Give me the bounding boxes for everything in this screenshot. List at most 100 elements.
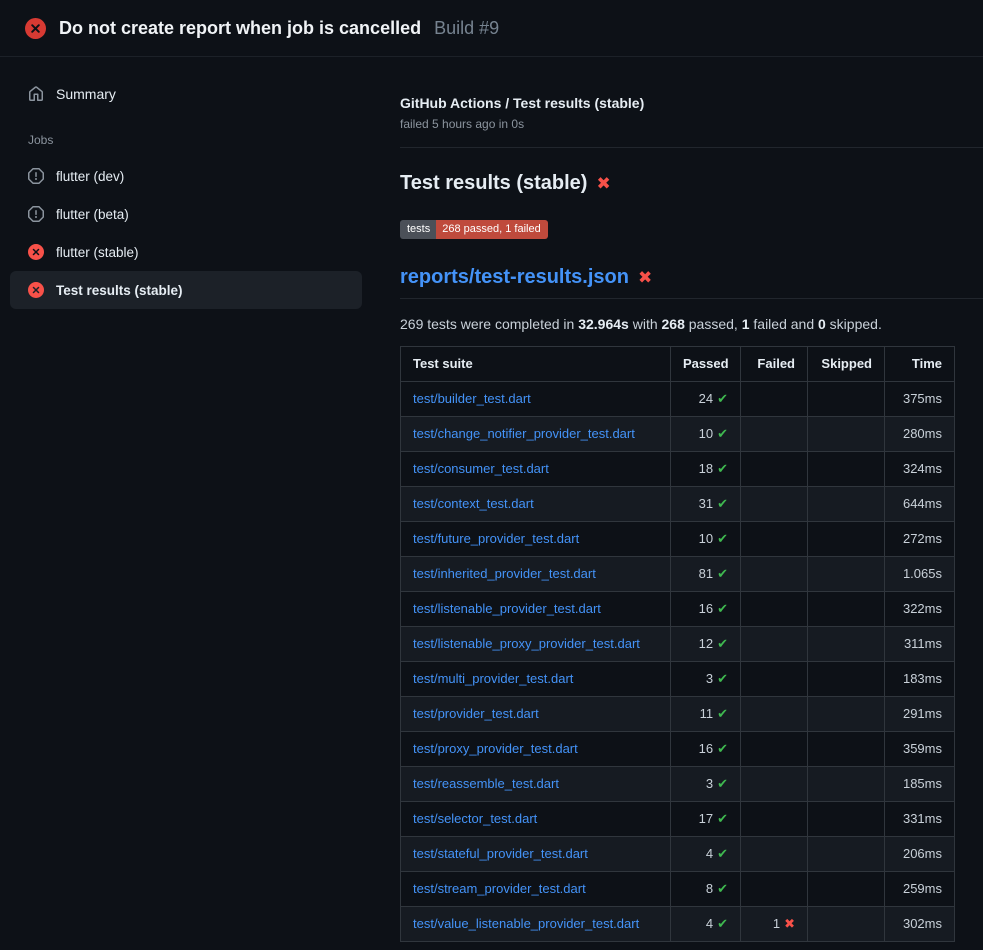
skipped-cell xyxy=(808,382,885,417)
suite-cell: test/consumer_test.dart xyxy=(401,452,671,487)
failed-cell xyxy=(741,557,808,592)
count-value: 16 xyxy=(699,601,713,616)
sidebar-job-item[interactable]: flutter (dev) xyxy=(10,157,362,195)
failed-cell xyxy=(741,837,808,872)
suite-link[interactable]: test/selector_test.dart xyxy=(413,811,537,826)
check-icon: ✔ xyxy=(717,636,728,651)
time-cell: 280ms xyxy=(885,417,955,452)
badge-label: tests xyxy=(400,220,436,239)
count-value: 3 xyxy=(706,776,713,791)
suite-link[interactable]: test/builder_test.dart xyxy=(413,391,531,406)
table-row: test/inherited_provider_test.dart81✔1.06… xyxy=(401,557,955,592)
suite-link[interactable]: test/stream_provider_test.dart xyxy=(413,881,586,896)
check-icon: ✔ xyxy=(717,846,728,861)
count-value: 24 xyxy=(699,391,713,406)
skipped-cell xyxy=(808,487,885,522)
check-icon: ✔ xyxy=(717,811,728,826)
suite-link[interactable]: test/proxy_provider_test.dart xyxy=(413,741,578,756)
suite-link[interactable]: test/consumer_test.dart xyxy=(413,461,549,476)
failed-x-icon: ✖ xyxy=(638,269,652,286)
table-row: test/value_listenable_provider_test.dart… xyxy=(401,907,955,942)
time-cell: 259ms xyxy=(885,872,955,907)
suite-link[interactable]: test/value_listenable_provider_test.dart xyxy=(413,916,639,931)
sidebar-item-summary[interactable]: Summary xyxy=(10,77,362,111)
suite-link[interactable]: test/context_test.dart xyxy=(413,496,534,511)
skipped-cell xyxy=(808,452,885,487)
check-run-panel: GitHub Actions / Test results (stable) f… xyxy=(380,57,983,942)
failed-cell xyxy=(741,452,808,487)
table-row: test/stateful_provider_test.dart 4✔ 206ms xyxy=(401,837,955,872)
count-value: 3 xyxy=(706,671,713,686)
skipped-cell xyxy=(808,557,885,592)
skipped-cell xyxy=(808,522,885,557)
suite-link[interactable]: test/listenable_proxy_provider_test.dart xyxy=(413,636,640,651)
sidebar-job-item[interactable]: Test results (stable) xyxy=(10,271,362,309)
suite-link[interactable]: test/multi_provider_test.dart xyxy=(413,671,573,686)
cross-icon: ✖ xyxy=(784,916,795,931)
breadcrumb: GitHub Actions / Test results (stable) xyxy=(400,95,983,111)
failed-cell xyxy=(741,592,808,627)
check-icon: ✔ xyxy=(717,426,728,441)
time-cell: 185ms xyxy=(885,767,955,802)
time-cell: 183ms xyxy=(885,662,955,697)
suite-link[interactable]: test/future_provider_test.dart xyxy=(413,531,579,546)
time-cell: 206ms xyxy=(885,837,955,872)
report-file-link[interactable]: reports/test-results.json xyxy=(400,266,629,289)
suite-link[interactable]: test/inherited_provider_test.dart xyxy=(413,566,596,581)
suite-cell: test/stream_provider_test.dart xyxy=(401,872,671,907)
table-header-row: Test suite Passed Failed Skipped Time xyxy=(401,347,955,382)
check-icon: ✔ xyxy=(717,881,728,896)
suite-link[interactable]: test/reassemble_test.dart xyxy=(413,776,559,791)
report-file-heading: reports/test-results.json ✖ xyxy=(400,266,983,299)
failed-cell xyxy=(741,522,808,557)
table-row: test/proxy_provider_test.dart 16✔ 359ms xyxy=(401,732,955,767)
time-cell: 291ms xyxy=(885,697,955,732)
failed-cell xyxy=(741,417,808,452)
failed-cell xyxy=(741,697,808,732)
passed-cell: 11✔ xyxy=(671,697,741,732)
header-test-suite: Test suite xyxy=(401,347,671,382)
sidebar-job-item[interactable]: flutter (stable) xyxy=(10,233,362,271)
tests-badge: tests 268 passed, 1 failed xyxy=(400,220,548,239)
header-failed: Failed xyxy=(741,347,808,382)
check-icon: ✔ xyxy=(717,671,728,686)
check-icon: ✔ xyxy=(717,531,728,546)
passed-cell: 3✔ xyxy=(671,767,741,802)
time-cell: 302ms xyxy=(885,907,955,942)
job-label: flutter (dev) xyxy=(56,169,124,184)
suite-link[interactable]: test/listenable_provider_test.dart xyxy=(413,601,601,616)
summary-mid: failed and xyxy=(750,316,819,332)
table-row: test/future_provider_test.dart10✔272ms xyxy=(401,522,955,557)
skipped-cell xyxy=(808,767,885,802)
skipped-cell xyxy=(808,662,885,697)
jobs-section-label: Jobs xyxy=(10,111,362,157)
suite-link[interactable]: test/change_notifier_provider_test.dart xyxy=(413,426,635,441)
passed-cell: 16✔ xyxy=(671,732,741,767)
table-row: test/multi_provider_test.dart 3 ✔ 183ms xyxy=(401,662,955,697)
skipped-cell xyxy=(808,802,885,837)
cancelled-icon xyxy=(28,168,44,184)
run-status-line: failed 5 hours ago in 0s xyxy=(400,117,983,131)
failed-cell xyxy=(741,732,808,767)
failed-cell xyxy=(741,802,808,837)
table-row: test/listenable_provider_test.dart16✔322… xyxy=(401,592,955,627)
suite-link[interactable]: test/stateful_provider_test.dart xyxy=(413,846,588,861)
failed-icon xyxy=(28,282,44,298)
suite-link[interactable]: test/provider_test.dart xyxy=(413,706,539,721)
skipped-cell xyxy=(808,627,885,662)
failed-run-icon xyxy=(25,18,46,39)
time-cell: 644ms xyxy=(885,487,955,522)
time-cell: 331ms xyxy=(885,802,955,837)
suite-cell: test/selector_test.dart xyxy=(401,802,671,837)
check-icon: ✔ xyxy=(717,706,728,721)
passed-cell: 4✔ xyxy=(671,837,741,872)
time-cell: 359ms xyxy=(885,732,955,767)
suite-cell: test/context_test.dart xyxy=(401,487,671,522)
failed-icon xyxy=(28,244,44,260)
suite-cell: test/change_notifier_provider_test.dart xyxy=(401,417,671,452)
skipped-cell xyxy=(808,872,885,907)
sidebar-job-item[interactable]: flutter (beta) xyxy=(10,195,362,233)
count-value: 12 xyxy=(699,636,713,651)
passed-cell: 17✔ xyxy=(671,802,741,837)
count-value: 31 xyxy=(699,496,713,511)
